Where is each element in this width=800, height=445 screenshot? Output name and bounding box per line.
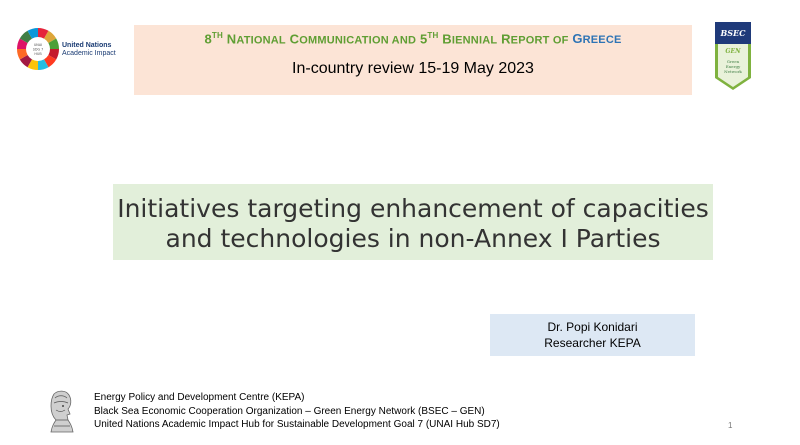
author-box: Dr. Popi Konidari Researcher KEPA — [490, 314, 695, 356]
un-academic-impact-logo: UNAI SDG 7 HUB United Nations Academic I… — [14, 26, 130, 72]
report-title: 8TH NATIONAL COMMUNICATION AND 5TH BIENN… — [134, 31, 692, 46]
main-title: Initiatives targeting enhancement of cap… — [113, 194, 713, 254]
page-number: 1 — [728, 421, 733, 430]
bsec-top-text: BSEC — [719, 28, 746, 38]
author-name: Dr. Popi Konidari — [547, 320, 638, 334]
title-sup1: TH — [211, 31, 223, 40]
title-word4-cap: R — [501, 31, 511, 47]
main-title-line1: Initiatives targeting enhancement of cap… — [117, 194, 709, 223]
title-num1: 8 — [204, 31, 212, 47]
footer-line-kepa: Energy Policy and Development Centre (KE… — [94, 392, 305, 403]
title-word2-cap: C — [289, 31, 300, 47]
main-title-line2: and technologies in non-Annex I Parties — [165, 224, 661, 253]
title-word3: IENNIAL — [451, 34, 498, 47]
athena-head-icon — [50, 390, 74, 433]
main-title-box: Initiatives targeting enhancement of cap… — [113, 184, 713, 260]
sdg-wheel-icon: UNAI SDG 7 HUB — [16, 27, 60, 71]
header-banner: 8TH NATIONAL COMMUNICATION AND 5TH BIENN… — [134, 25, 692, 95]
title-greece-cap: G — [572, 31, 583, 47]
un-logo-line2: Academic Impact — [62, 50, 116, 57]
footer-line-unai: United Nations Academic Impact Hub for S… — [94, 419, 500, 430]
bsec-mid-text: GEN — [725, 48, 741, 55]
footer-line-bsec: Black Sea Economic Cooperation Organizat… — [94, 405, 485, 417]
title-word2: OMMUNICATION AND — [299, 34, 417, 47]
title-word1-cap: N — [226, 31, 237, 47]
title-word4: EPORT OF — [510, 34, 569, 47]
footer-affiliations: Energy Policy and Development Centre (KE… — [94, 391, 500, 432]
title-greece: REECE — [582, 34, 622, 47]
bsec-gen-logo: BSEC GEN Green Energy Network — [715, 22, 751, 90]
un-logo-line1: United Nations — [62, 42, 112, 49]
bsec-bottom-3: Network — [724, 69, 742, 74]
title-word1: ATIONAL — [236, 34, 286, 47]
author-role: Researcher KEPA — [544, 336, 641, 350]
un-ring-text-3: HUB — [34, 52, 42, 56]
title-sup2: TH — [427, 31, 439, 40]
un-ring-text-2: SDG 7 — [33, 48, 44, 52]
review-dates: In-country review 15-19 May 2023 — [292, 60, 534, 77]
title-word3-cap: B — [442, 31, 452, 47]
un-ring-text-1: UNAI — [34, 43, 42, 47]
